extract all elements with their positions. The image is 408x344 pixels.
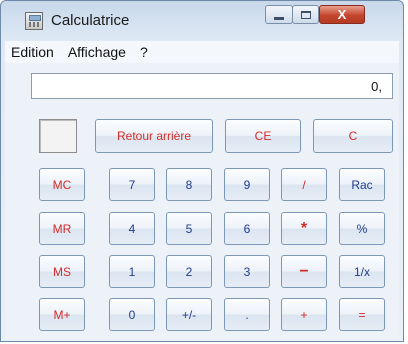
decimal-point-button[interactable]: . (224, 298, 270, 331)
result-display: 0, (31, 73, 393, 99)
reciprocal-button[interactable]: 1/x (339, 255, 385, 288)
memory-add-button[interactable]: M+ (39, 298, 85, 331)
memory-clear-button[interactable]: MC (39, 168, 85, 201)
clear-button[interactable]: C (313, 119, 393, 153)
digit-0-button[interactable]: 0 (109, 298, 155, 331)
subtract-button[interactable]: − (281, 255, 327, 288)
close-button[interactable]: X (319, 5, 365, 24)
menu-bar: Edition Affichage ? (5, 41, 399, 63)
close-icon: X (337, 7, 347, 22)
sign-toggle-button[interactable]: +/- (166, 298, 212, 331)
equals-button[interactable]: = (339, 298, 385, 331)
digit-7-button[interactable]: 7 (109, 168, 155, 201)
memory-recall-button[interactable]: MR (39, 212, 85, 245)
memory-indicator (39, 119, 77, 153)
divide-button[interactable]: / (281, 168, 327, 201)
digit-4-button[interactable]: 4 (109, 212, 155, 245)
calculator-window: Calculatrice X Edition Affichage ? 0, Re… (0, 0, 404, 342)
maximize-icon (300, 10, 311, 19)
menu-affichage[interactable]: Affichage (64, 44, 134, 60)
minimize-icon (274, 17, 284, 20)
digit-1-button[interactable]: 1 (109, 255, 155, 288)
multiply-button[interactable]: * (281, 212, 327, 245)
calculator-body: 0, Retour arrière CE C MC MR MS M+ 7 8 9… (5, 63, 399, 341)
digit-2-button[interactable]: 2 (166, 255, 212, 288)
square-root-button[interactable]: Rac (339, 168, 385, 201)
maximize-button[interactable] (292, 5, 319, 24)
digit-6-button[interactable]: 6 (224, 212, 270, 245)
menu-help[interactable]: ? (136, 44, 156, 60)
clear-entry-button[interactable]: CE (225, 119, 301, 153)
menu-edition[interactable]: Edition (7, 44, 62, 60)
backspace-button[interactable]: Retour arrière (95, 119, 213, 153)
digit-8-button[interactable]: 8 (166, 168, 212, 201)
window-title: Calculatrice (51, 12, 130, 29)
calculator-app-icon (25, 12, 43, 30)
percent-button[interactable]: % (339, 212, 385, 245)
add-button[interactable]: + (281, 298, 327, 331)
minimize-button[interactable] (265, 5, 293, 24)
title-bar[interactable]: Calculatrice X (1, 1, 403, 41)
digit-3-button[interactable]: 3 (224, 255, 270, 288)
digit-5-button[interactable]: 5 (166, 212, 212, 245)
memory-store-button[interactable]: MS (39, 255, 85, 288)
digit-9-button[interactable]: 9 (224, 168, 270, 201)
